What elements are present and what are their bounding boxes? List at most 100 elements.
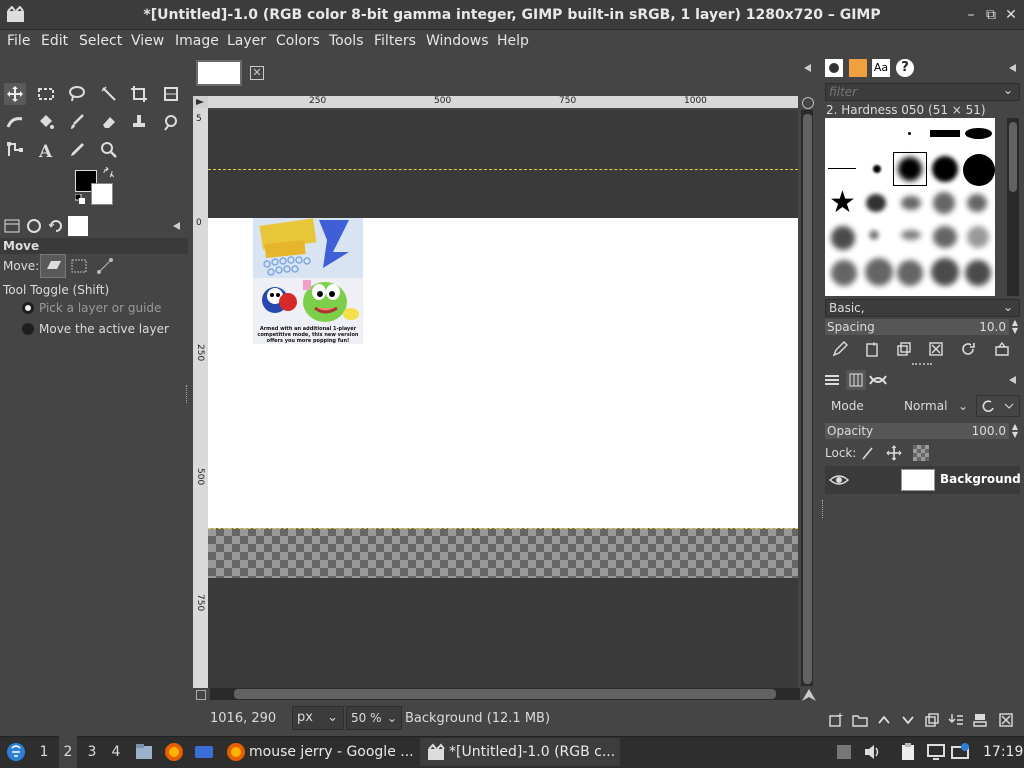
- lasso-icon[interactable]: [66, 83, 88, 105]
- lock-pixels-icon[interactable]: [858, 443, 878, 463]
- layer-mode-selector[interactable]: Normal ⌄: [904, 395, 972, 417]
- merge-layer-icon[interactable]: [946, 710, 966, 730]
- opacity-slider[interactable]: Opacity 100.0: [825, 423, 1009, 439]
- brush-filter-input[interactable]: [826, 84, 996, 100]
- move-layer-mode-button[interactable]: [40, 254, 66, 278]
- bucket-fill-icon[interactable]: [35, 111, 57, 133]
- raise-layer-icon[interactable]: [874, 710, 894, 730]
- eye-icon[interactable]: [828, 472, 850, 488]
- close-button[interactable]: ✕: [1002, 6, 1020, 24]
- spacing-slider[interactable]: Spacing 10.0: [825, 319, 1009, 335]
- duplicate-brush-icon[interactable]: [894, 339, 914, 359]
- layers-tab-icon[interactable]: [822, 370, 842, 390]
- menu-tools[interactable]: Tools: [329, 30, 364, 52]
- brush-panel-menu-icon[interactable]: [1007, 62, 1019, 74]
- firefox-icon[interactable]: [164, 742, 184, 762]
- dock-separator-handle[interactable]: [912, 363, 932, 367]
- background-color-swatch[interactable]: [91, 183, 113, 205]
- layers-panel-menu-icon[interactable]: [1007, 374, 1019, 386]
- workspace-4[interactable]: 4: [107, 736, 125, 768]
- crop-icon[interactable]: [128, 83, 150, 105]
- swap-colors-icon[interactable]: [102, 166, 115, 179]
- lock-position-icon[interactable]: [884, 443, 904, 463]
- panel-menu-icon[interactable]: [172, 220, 182, 230]
- color-picker-icon[interactable]: [66, 139, 88, 161]
- paths-tab-icon[interactable]: [868, 370, 888, 390]
- warp-icon[interactable]: [4, 111, 26, 133]
- navigate-icon[interactable]: [801, 688, 817, 702]
- quick-mask-toggle[interactable]: [196, 690, 206, 700]
- lower-layer-icon[interactable]: [898, 710, 918, 730]
- zoom-icon[interactable]: [98, 139, 120, 161]
- maximize-button[interactable]: ⧉: [982, 6, 1000, 24]
- dock-resize-handle[interactable]: [186, 385, 189, 403]
- vertical-ruler[interactable]: 5 0 250 500 750: [193, 108, 208, 688]
- show-desktop-icon[interactable]: [194, 742, 214, 762]
- new-layer-group-icon[interactable]: [850, 710, 870, 730]
- menu-windows[interactable]: Windows: [426, 30, 489, 52]
- tool-options-tab-icon[interactable]: [2, 216, 22, 236]
- spacing-spinner[interactable]: ▲ ▼: [1010, 319, 1020, 335]
- menu-edit[interactable]: Edit: [41, 30, 68, 52]
- zoom-selector[interactable]: 50 % ⌄: [346, 706, 402, 730]
- image-menu-icon[interactable]: [802, 62, 814, 74]
- display-icon[interactable]: [926, 742, 946, 762]
- fuzzy-select-icon[interactable]: [98, 83, 120, 105]
- anchor-layer-icon[interactable]: [970, 710, 990, 730]
- task-browser[interactable]: mouse jerry - Google ...: [249, 736, 414, 768]
- eraser-icon[interactable]: [98, 111, 120, 133]
- brush-grid-scrollbar[interactable]: [1007, 118, 1019, 296]
- text-tool-icon[interactable]: A: [35, 139, 57, 161]
- dock-resize-handle[interactable]: [822, 500, 825, 518]
- close-image-tab-icon[interactable]: ✕: [250, 66, 264, 80]
- fonts-tab-icon[interactable]: Aa: [872, 59, 890, 77]
- radio-move-active-layer[interactable]: [22, 323, 34, 335]
- brush-grid[interactable]: ★: [825, 118, 995, 296]
- reset-colors-icon[interactable]: [74, 193, 85, 204]
- file-manager-icon[interactable]: [134, 742, 154, 762]
- start-menu-icon[interactable]: [6, 742, 26, 762]
- clone-stamp-icon[interactable]: [128, 111, 150, 133]
- paintbrush-icon[interactable]: [66, 111, 88, 133]
- undo-history-tab-icon[interactable]: [46, 216, 66, 236]
- duplicate-layer-icon[interactable]: [922, 710, 942, 730]
- menu-view[interactable]: View: [131, 30, 164, 52]
- move-tool-icon[interactable]: [4, 83, 26, 105]
- ruler-corner-menu[interactable]: [193, 96, 208, 108]
- menu-help[interactable]: Help: [497, 30, 529, 52]
- move-path-mode-button[interactable]: [96, 257, 114, 275]
- rect-select-icon[interactable]: [35, 83, 57, 105]
- edit-brush-icon[interactable]: [830, 339, 850, 359]
- horizontal-scrollbar-thumb[interactable]: [234, 689, 776, 699]
- workspace-3[interactable]: 3: [83, 736, 101, 768]
- delete-layer-icon[interactable]: [996, 710, 1016, 730]
- workspace-1[interactable]: 1: [35, 736, 53, 768]
- new-brush-icon[interactable]: [862, 339, 882, 359]
- delete-brush-icon[interactable]: [926, 339, 946, 359]
- horizontal-ruler[interactable]: 250 500 750 1000: [208, 96, 798, 108]
- firefox-task-icon[interactable]: [226, 742, 246, 762]
- vertical-scrollbar-thumb[interactable]: [803, 114, 812, 684]
- channels-tab-icon[interactable]: [846, 370, 866, 390]
- lock-alpha-icon[interactable]: [913, 445, 929, 461]
- brush-preset-selector[interactable]: Basic, ⌄: [825, 299, 1020, 317]
- device-status-tab-icon[interactable]: [24, 216, 44, 236]
- layer-name[interactable]: Background: [940, 472, 1021, 486]
- move-selection-mode-button[interactable]: [70, 257, 88, 275]
- patterns-tab-icon[interactable]: [849, 59, 867, 77]
- transform-icon[interactable]: [160, 83, 182, 105]
- menu-filters[interactable]: Filters: [374, 30, 416, 52]
- menu-colors[interactable]: Colors: [276, 30, 320, 52]
- new-layer-icon[interactable]: [826, 710, 846, 730]
- brush-filter-field[interactable]: ⌄: [825, 83, 1020, 101]
- zoom-follow-icon[interactable]: [802, 97, 814, 109]
- layer-composite-selector[interactable]: [976, 395, 1020, 417]
- layer-thumbnail[interactable]: [901, 469, 935, 491]
- brushes-tab-icon[interactable]: [825, 59, 843, 77]
- image-tab-thumbnail[interactable]: [196, 60, 242, 86]
- volume-icon[interactable]: [862, 742, 882, 762]
- images-tab-icon[interactable]: [68, 216, 88, 236]
- minimize-button[interactable]: –: [962, 6, 980, 24]
- unit-selector[interactable]: px ⌄: [292, 706, 344, 730]
- menu-layer[interactable]: Layer: [227, 30, 266, 52]
